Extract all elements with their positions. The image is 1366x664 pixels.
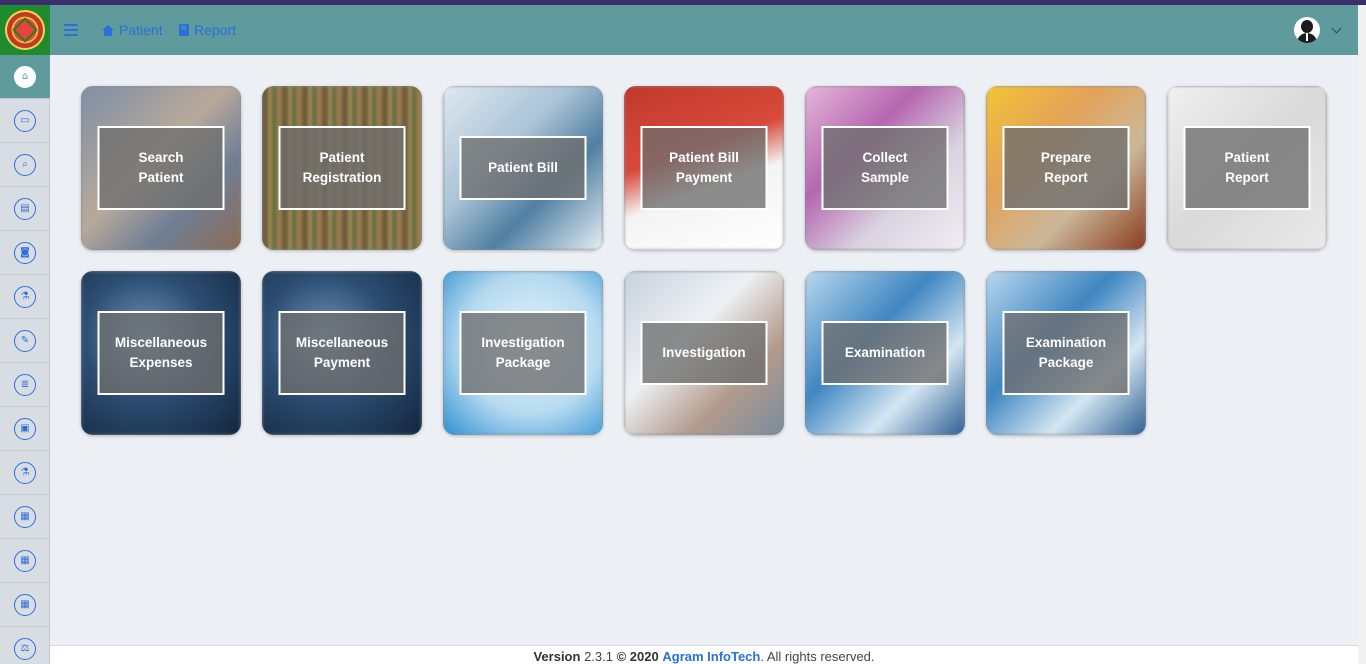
nav-link-patient[interactable]: Patient (102, 22, 163, 38)
flask-icon: ⚗ (14, 461, 36, 484)
image-icon: ▣ (14, 417, 36, 440)
nav-link-label: Patient (119, 22, 163, 38)
tile-label-line: Miscellaneous (114, 335, 208, 350)
tile-label: Investigation Package (459, 311, 587, 395)
tile-miscellaneous-expenses[interactable]: Miscellaneous Expenses (81, 271, 241, 435)
tile-investigation[interactable]: Investigation (624, 271, 784, 435)
tile-label-line: Payment (675, 170, 733, 185)
tile-label: Miscellaneous Payment (278, 311, 406, 395)
hamburger-icon (64, 24, 78, 26)
tile-label-line: Miscellaneous (295, 335, 389, 350)
tile-label-line: Investigation (662, 345, 746, 360)
tile-examination[interactable]: Examination (805, 271, 965, 435)
tile-label: Patient Bill Payment (640, 126, 768, 210)
tile-label: Patient Registration (278, 126, 406, 210)
sidebar-item-8[interactable]: ▣ (0, 407, 50, 451)
tile-label-line: Payment (313, 355, 371, 370)
tile-search-patient[interactable]: Search Patient (81, 86, 241, 250)
bed-icon: ▭ (14, 109, 36, 132)
book-icon (179, 24, 189, 36)
sidebar-item-2[interactable]: ⌕ (0, 143, 50, 187)
nav-link-report[interactable]: Report (179, 22, 236, 38)
tile-label-line: Prepare (1040, 150, 1092, 165)
tile-collect-sample[interactable]: Collect Sample (805, 86, 965, 250)
tile-patient-bill-payment[interactable]: Patient Bill Payment (624, 86, 784, 250)
tile-label: Examination Package (1002, 311, 1130, 395)
sidebar-item-6[interactable]: ✎ (0, 319, 50, 363)
tile-label-line: Patient (138, 170, 184, 185)
vertical-scrollbar[interactable] (1358, 5, 1366, 664)
tile-investigation-package[interactable]: Investigation Package (443, 271, 603, 435)
list-icon: ≣ (14, 373, 36, 396)
menu-toggle-button[interactable] (64, 24, 78, 36)
tile-label-line: Examination (844, 345, 926, 360)
flask-icon: ⚗ (14, 285, 36, 308)
footer-copyright: © 2020 (616, 649, 659, 664)
tile-label-line: Search (138, 150, 184, 165)
app-logo[interactable] (0, 5, 50, 55)
tile-label-line: Package (1038, 355, 1094, 370)
sidebar-item-12[interactable]: ▦ (0, 583, 50, 627)
tile-label-line: Package (495, 355, 551, 370)
nav-link-label: Report (194, 22, 237, 38)
sidebar-item-7[interactable]: ≣ (0, 363, 50, 407)
footer-rights: . All rights reserved. (760, 649, 875, 664)
user-icon (1301, 20, 1313, 33)
user-avatar[interactable] (1294, 17, 1320, 43)
footer-version-label: Version (533, 649, 581, 664)
tile-label-line: Registration (302, 170, 382, 185)
sidebar-item-9[interactable]: ⚗ (0, 451, 50, 495)
footer-version-number: 2.3.1 (584, 649, 613, 664)
sidebar-item-11[interactable]: ▦ (0, 539, 50, 583)
camera-icon: ◙ (14, 241, 36, 264)
emblem-icon (5, 10, 45, 50)
sidebar: ⌂ ▭ ⌕ ▤ ◙ ⚗ ✎ ≣ ▣ ⚗ ▦ ▦ ▦ ⚖ (0, 55, 50, 664)
tile-label-line: Expenses (129, 355, 193, 370)
tile-label-line: Patient Bill (669, 150, 739, 165)
tile-label: Miscellaneous Expenses (97, 311, 225, 395)
sidebar-item-0[interactable]: ⌂ (0, 55, 50, 99)
tile-label: Prepare Report (1002, 126, 1130, 210)
tile-label: Examination (821, 321, 949, 385)
tile-label-line: Patient (319, 150, 365, 165)
grid-icon: ▦ (14, 505, 36, 528)
tile-label-line: Collect (862, 150, 908, 165)
tile-patient-registration[interactable]: Patient Registration (262, 86, 422, 250)
footer-company-link[interactable]: Agram InfoTech (662, 649, 760, 664)
tile-label: Patient Report (1183, 126, 1311, 210)
tile-label-line: Report (1225, 170, 1269, 185)
tile-label-line: Investigation (481, 335, 565, 350)
tile-label: Collect Sample (821, 126, 949, 210)
book-icon: ▤ (14, 197, 36, 220)
tile-label-line: Examination (1025, 335, 1107, 350)
tile-label-line: Patient Bill (488, 160, 558, 175)
tile-label-line: Sample (860, 170, 910, 185)
tile-patient-bill[interactable]: Patient Bill (443, 86, 603, 250)
sidebar-item-5[interactable]: ⚗ (0, 275, 50, 319)
grid-icon: ▦ (14, 549, 36, 572)
sidebar-item-10[interactable]: ▦ (0, 495, 50, 539)
tile-label: Search Patient (97, 126, 225, 210)
tile-prepare-report[interactable]: Prepare Report (986, 86, 1146, 250)
scale-icon: ⚖ (14, 637, 36, 660)
tile-examination-package[interactable]: Examination Package (986, 271, 1146, 435)
search-icon: ⌕ (14, 153, 36, 176)
tile-label-line: Report (1044, 170, 1088, 185)
footer: Version 2.3.1 © 2020 Agram InfoTech. All… (50, 645, 1358, 664)
sidebar-item-3[interactable]: ▤ (0, 187, 50, 231)
home-icon (102, 24, 114, 36)
tile-label-line: Patient (1224, 150, 1270, 165)
sidebar-item-13[interactable]: ⚖ (0, 627, 50, 664)
home-icon: ⌂ (14, 65, 36, 88)
tile-label: Investigation (640, 321, 768, 385)
edit-icon: ✎ (14, 329, 36, 352)
grid-icon: ▦ (14, 593, 36, 616)
tile-label: Patient Bill (459, 136, 587, 200)
tile-patient-report[interactable]: Patient Report (1167, 86, 1327, 250)
tile-miscellaneous-payment[interactable]: Miscellaneous Payment (262, 271, 422, 435)
sidebar-item-1[interactable]: ▭ (0, 99, 50, 143)
sidebar-item-4[interactable]: ◙ (0, 231, 50, 275)
